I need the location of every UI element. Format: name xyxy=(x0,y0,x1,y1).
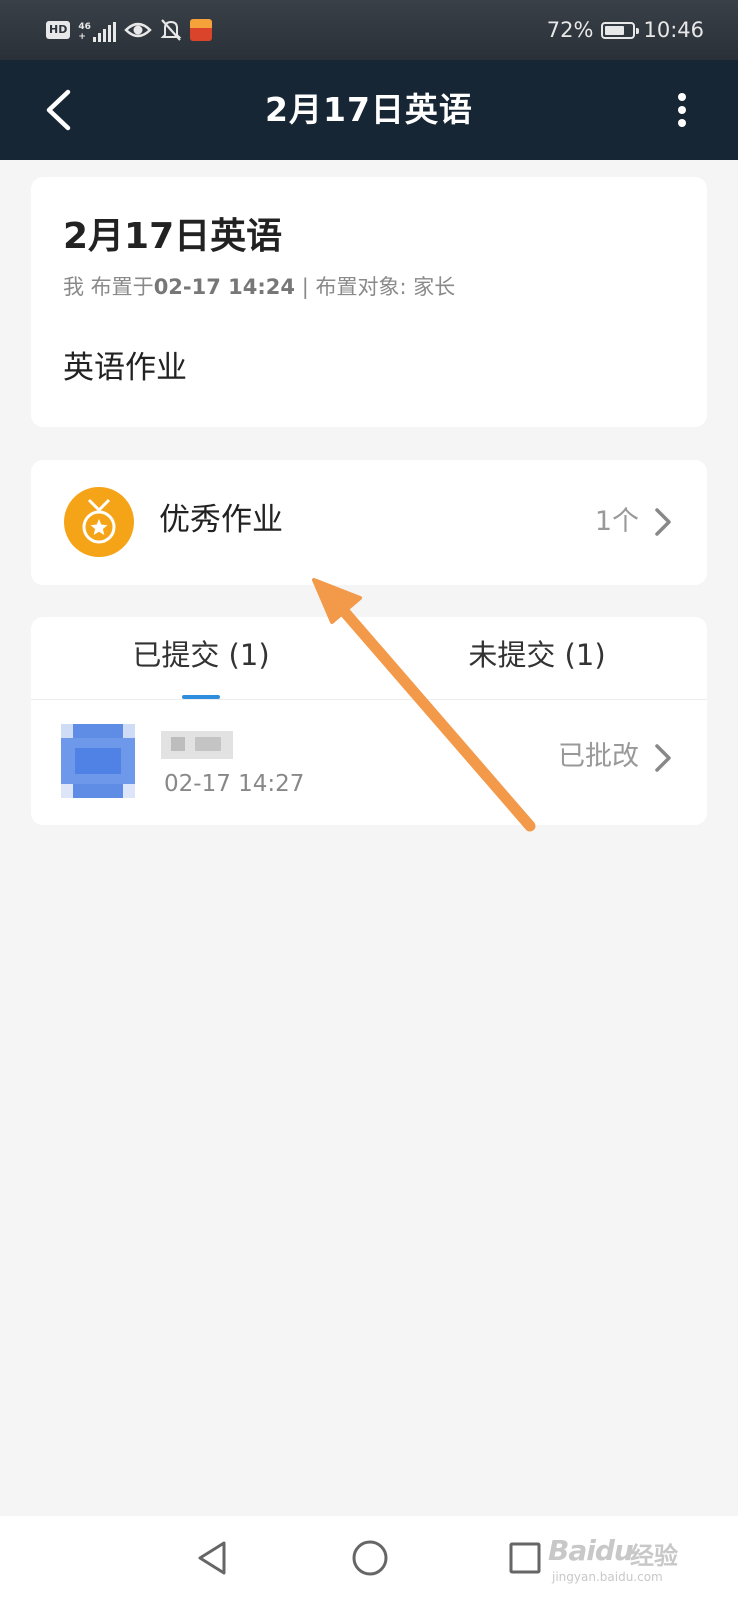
watermark-cn: 经验 xyxy=(630,1542,678,1570)
signal-icon xyxy=(92,22,116,42)
chevron-right-icon xyxy=(655,744,671,772)
watermark-brand: Bai xyxy=(548,1534,596,1567)
chevron-right-icon xyxy=(655,508,671,536)
status-icons-left: HD 46 + xyxy=(46,16,212,44)
network-activity-label: + xyxy=(78,32,86,42)
submission-tabs: 已提交 (1) 未提交 (1) xyxy=(31,617,707,700)
clock: 10:46 xyxy=(643,18,704,42)
battery-level xyxy=(605,25,625,35)
watermark-url: jingyan.baidu.com xyxy=(552,1570,663,1584)
back-button[interactable] xyxy=(30,82,86,138)
app-header: 2月17日英语 xyxy=(0,60,738,160)
circle-home-icon xyxy=(352,1540,388,1576)
submissions-card: 已提交 (1) 未提交 (1) 02-17 14:27 已批改 xyxy=(31,617,707,825)
network-type-label: 46 xyxy=(78,22,91,32)
medal-icon xyxy=(64,487,134,557)
excellent-homework-label: 优秀作业 xyxy=(159,502,283,538)
battery-icon xyxy=(601,21,640,39)
triangle-back-icon xyxy=(198,1541,226,1575)
more-vertical-icon xyxy=(678,93,686,127)
student-name-blurred xyxy=(161,727,241,763)
app-notification-icon xyxy=(189,19,212,41)
submission-row[interactable]: 02-17 14:27 已批改 xyxy=(31,700,707,825)
excellent-homework-row[interactable]: 优秀作业 1个 xyxy=(31,460,707,585)
meta-prefix: 我 布置于 xyxy=(63,275,154,299)
more-options-button[interactable] xyxy=(656,84,708,136)
chevron-left-icon xyxy=(46,89,71,131)
status-bar: HD 46 + 72% 10:46 xyxy=(0,0,738,60)
network-indicator: 46 + xyxy=(78,18,116,42)
homework-info-card: 2月17日英语 我 布置于02-17 14:24 | 布置对象: 家长 英语作业 xyxy=(31,177,707,427)
nav-home-button[interactable] xyxy=(350,1538,390,1578)
submission-time: 02-17 14:27 xyxy=(164,771,305,797)
eye-comfort-icon xyxy=(124,22,152,38)
nav-recents-button[interactable] xyxy=(505,1538,545,1578)
submission-status: 已批改 xyxy=(558,741,639,772)
page-title: 2月17日英语 xyxy=(265,90,473,129)
tab-submitted[interactable]: 已提交 (1) xyxy=(51,617,351,699)
homework-title: 2月17日英语 xyxy=(63,216,283,257)
system-nav-bar: Baidu 经验 jingyan.baidu.com xyxy=(0,1516,738,1600)
excellent-homework-count: 1个 xyxy=(594,506,639,537)
tab-unsubmitted[interactable]: 未提交 (1) xyxy=(387,617,687,699)
homework-meta: 我 布置于02-17 14:24 | 布置对象: 家长 xyxy=(63,272,455,302)
nav-back-button[interactable] xyxy=(192,1538,232,1578)
battery-percent: 72% xyxy=(546,18,594,42)
meta-target: | 布置对象: 家长 xyxy=(295,275,456,299)
watermark-brand2: du xyxy=(594,1534,634,1567)
avatar xyxy=(61,724,135,798)
baidu-watermark: Baidu 经验 jingyan.baidu.com xyxy=(548,1528,688,1588)
bell-muted-icon xyxy=(160,19,182,41)
square-recents-icon xyxy=(509,1542,541,1574)
status-icons-right: 72% 10:46 xyxy=(547,14,704,46)
active-tab-indicator xyxy=(182,695,220,699)
meta-time: 02-17 14:24 xyxy=(153,275,296,299)
homework-description: 英语作业 xyxy=(63,350,187,386)
hd-badge: HD xyxy=(46,21,71,39)
